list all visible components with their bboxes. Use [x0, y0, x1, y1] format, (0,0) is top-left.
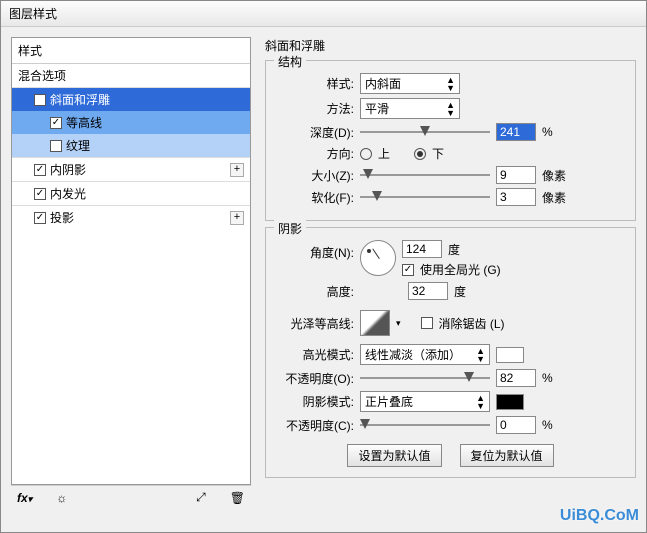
direction-up-radio[interactable]	[360, 148, 372, 160]
shadow-opacity-input[interactable]: 0	[496, 416, 536, 434]
shadow-opacity-label: 不透明度(C):	[276, 417, 354, 434]
style-checkbox[interactable]: ✓	[34, 94, 46, 106]
highlight-opacity-slider[interactable]	[360, 371, 490, 385]
shadow-opacity-unit: %	[542, 418, 553, 432]
soften-unit: 像素	[542, 189, 566, 206]
sun-icon[interactable]: ☼	[56, 491, 67, 505]
direction-up-label: 上	[378, 145, 390, 162]
style-checkbox[interactable]: ✓	[50, 117, 62, 129]
soften-input[interactable]: 3	[496, 188, 536, 206]
dialog-title: 图层样式	[1, 1, 646, 27]
style-item[interactable]: ✓ 斜面和浮雕	[12, 88, 250, 111]
styles-footer: fx▾ ☼ ⤢ 🗑	[11, 485, 251, 509]
structure-title: 结构	[274, 53, 306, 70]
global-light-label: 使用全局光 (G)	[420, 261, 501, 278]
reset-default-button[interactable]: 复位为默认值	[460, 444, 554, 467]
styles-header: 样式	[12, 38, 250, 64]
styles-panel: 样式 混合选项 ✓ 斜面和浮雕 ✓ 等高线纹理 ✓ 内阴影 + ✓ 内发光 ✓ 投影 + fx▾ ☼ …	[11, 37, 251, 509]
style-checkbox[interactable]: ✓	[34, 188, 46, 200]
direction-down-radio[interactable]	[414, 148, 426, 160]
soften-slider[interactable]	[360, 190, 490, 204]
style-checkbox[interactable]: ✓	[34, 212, 46, 224]
angle-input[interactable]: 124	[402, 240, 442, 258]
angle-unit: 度	[448, 241, 460, 258]
style-item[interactable]: ✓ 等高线	[12, 111, 250, 134]
size-input[interactable]: 9	[496, 166, 536, 184]
options-panel: 斜面和浮雕 结构 样式: 内斜面▲▼ 方法: 平滑▲▼ 深度(D): 241 %	[265, 37, 636, 509]
style-select[interactable]: 内斜面▲▼	[360, 73, 460, 94]
trash-icon[interactable]: 🗑	[230, 491, 245, 505]
altitude-unit: 度	[454, 283, 466, 300]
antialias-checkbox[interactable]	[421, 317, 433, 329]
style-item[interactable]: ✓ 内发光	[12, 181, 250, 205]
antialias-label: 消除锯齿 (L)	[439, 315, 505, 332]
structure-group: 结构 样式: 内斜面▲▼ 方法: 平滑▲▼ 深度(D): 241 % 方向:	[265, 60, 636, 221]
method-label: 方法:	[276, 100, 354, 117]
depth-unit: %	[542, 125, 553, 139]
angle-dial[interactable]	[360, 240, 396, 276]
add-effect-icon[interactable]: +	[230, 163, 244, 177]
style-item-label: 斜面和浮雕	[50, 91, 110, 108]
style-checkbox[interactable]	[50, 140, 62, 152]
style-item-label: 内发光	[50, 185, 86, 202]
style-item-label: 纹理	[66, 137, 90, 154]
shadow-opacity-slider[interactable]	[360, 418, 490, 432]
shadow-mode-label: 阴影模式:	[276, 393, 354, 410]
depth-slider[interactable]	[360, 125, 490, 139]
style-item[interactable]: 纹理	[12, 134, 250, 157]
shadow-color-swatch[interactable]	[496, 394, 524, 410]
highlight-opacity-unit: %	[542, 371, 553, 385]
styles-list: 样式 混合选项 ✓ 斜面和浮雕 ✓ 等高线纹理 ✓ 内阴影 + ✓ 内发光 ✓ 投影 +	[11, 37, 251, 485]
highlight-opacity-input[interactable]: 82	[496, 369, 536, 387]
set-default-button[interactable]: 设置为默认值	[347, 444, 441, 467]
altitude-input[interactable]: 32	[408, 282, 448, 300]
style-item-label: 投影	[50, 209, 74, 226]
method-select[interactable]: 平滑▲▼	[360, 98, 460, 119]
highlight-opacity-label: 不透明度(O):	[276, 370, 354, 387]
gloss-contour-label: 光泽等高线:	[276, 315, 354, 332]
section-title: 斜面和浮雕	[265, 37, 636, 54]
direction-label: 方向:	[276, 145, 354, 162]
style-item[interactable]: ✓ 投影 +	[12, 205, 250, 229]
angle-label: 角度(N):	[276, 240, 354, 261]
depth-input[interactable]: 241	[496, 123, 536, 141]
chevron-icon[interactable]: ⤢	[196, 490, 206, 505]
highlight-mode-label: 高光模式:	[276, 346, 354, 363]
depth-label: 深度(D):	[276, 124, 354, 141]
style-item[interactable]: ✓ 内阴影 +	[12, 157, 250, 181]
style-label: 样式:	[276, 75, 354, 92]
style-item-label: 等高线	[66, 114, 102, 131]
shading-title: 阴影	[274, 220, 306, 237]
add-effect-icon[interactable]: +	[230, 211, 244, 225]
gloss-contour-picker[interactable]	[360, 310, 390, 336]
shadow-mode-select[interactable]: 正片叠底▲▼	[360, 391, 490, 412]
fx-icon[interactable]: fx▾	[17, 491, 32, 505]
watermark: UiBQ.CoM	[560, 507, 639, 525]
highlight-mode-select[interactable]: 线性减淡（添加）▲▼	[360, 344, 490, 365]
shading-group: 阴影 角度(N): 124 度 ✓ 使用全局光 (G)	[265, 227, 636, 478]
highlight-color-swatch[interactable]	[496, 347, 524, 363]
global-light-checkbox[interactable]: ✓	[402, 264, 414, 276]
direction-down-label: 下	[432, 145, 444, 162]
size-slider[interactable]	[360, 168, 490, 182]
style-item-label: 内阴影	[50, 161, 86, 178]
altitude-label: 高度:	[276, 283, 354, 300]
soften-label: 软化(F):	[276, 189, 354, 206]
size-unit: 像素	[542, 167, 566, 184]
blend-options-item[interactable]: 混合选项	[12, 64, 250, 88]
size-label: 大小(Z):	[276, 167, 354, 184]
style-checkbox[interactable]: ✓	[34, 164, 46, 176]
